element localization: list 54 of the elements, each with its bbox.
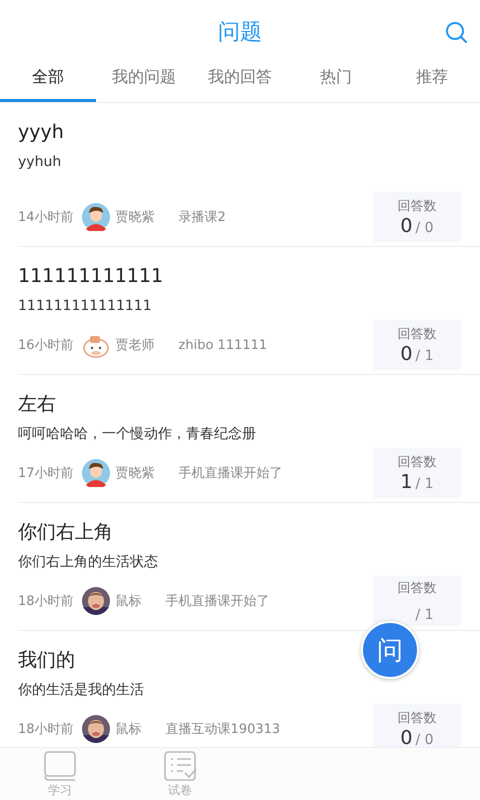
total-count: / 0: [416, 220, 434, 236]
avatar-icon: [82, 203, 110, 231]
answer-count-label: 回答数: [398, 710, 436, 727]
author-name: 贾老师: [116, 337, 155, 354]
answered-count: 0: [400, 727, 412, 747]
author-name: 鼠标: [116, 721, 142, 738]
total-count: / 1: [415, 607, 434, 623]
search-icon: [445, 21, 467, 43]
post-time: 18小时前: [18, 593, 74, 610]
question-text: 111111111111111: [18, 297, 152, 315]
total-count: / 0: [416, 732, 434, 747]
nav-tab[interactable]: 学习: [0, 748, 120, 800]
question-title: 左右: [18, 392, 56, 417]
answer-count-label: 回答数: [398, 198, 436, 215]
question-text: 呵呵哈哈哈，一个慢动作，青春纪念册: [18, 425, 256, 443]
total-count: / 1: [416, 348, 434, 364]
question-title: yyyh: [18, 120, 64, 145]
answered-count: 0: [400, 215, 412, 237]
course-name: 手机直播课开始了: [166, 593, 270, 610]
question-title: 111111111111: [18, 264, 164, 289]
checklist-icon: [163, 750, 197, 782]
author-name: 贾晓紫: [116, 465, 155, 482]
author-name: 贾晓紫: [116, 209, 155, 226]
avatar-icon: [82, 459, 110, 487]
post-time: 14小时前: [18, 209, 74, 226]
total-count: / 1: [416, 476, 434, 492]
question-text: 你的生活是我的生活: [18, 681, 144, 699]
tab[interactable]: 全部: [0, 64, 96, 102]
answer-count-label: 回答数: [398, 326, 436, 343]
course-name: zhibo 111111: [178, 338, 268, 352]
course-name: 录播课2: [178, 209, 226, 226]
tab[interactable]: 热门: [288, 64, 384, 102]
post-time: 18小时前: [18, 721, 74, 738]
page-title: 问题: [218, 19, 262, 47]
author-name: 鼠标: [116, 593, 142, 610]
course-name: 直播互动课190313: [166, 721, 280, 738]
post-time: 16小时前: [18, 337, 74, 354]
post-time: 17小时前: [18, 465, 74, 482]
ask-button[interactable]: 问: [361, 621, 419, 679]
answer-count-label: 回答数: [398, 454, 436, 471]
tab[interactable]: 我的回答: [192, 64, 288, 102]
question-text: yyhuh: [18, 153, 62, 171]
tab[interactable]: 我的问题: [96, 64, 192, 102]
tab[interactable]: 推荐: [384, 64, 480, 102]
book-icon: [43, 750, 77, 782]
answered-count: 0: [400, 343, 412, 365]
question-text: 你们右上角的生活状态: [18, 553, 158, 571]
answer-count-label: 回答数: [398, 580, 436, 597]
answered-count: 1: [400, 471, 412, 493]
search-button[interactable]: [444, 20, 468, 44]
nav-tab[interactable]: 试卷: [120, 748, 240, 800]
course-name: 手机直播课开始了: [178, 465, 283, 482]
question-title: 我们的: [18, 648, 75, 673]
question-title: 你们右上角: [18, 520, 113, 545]
